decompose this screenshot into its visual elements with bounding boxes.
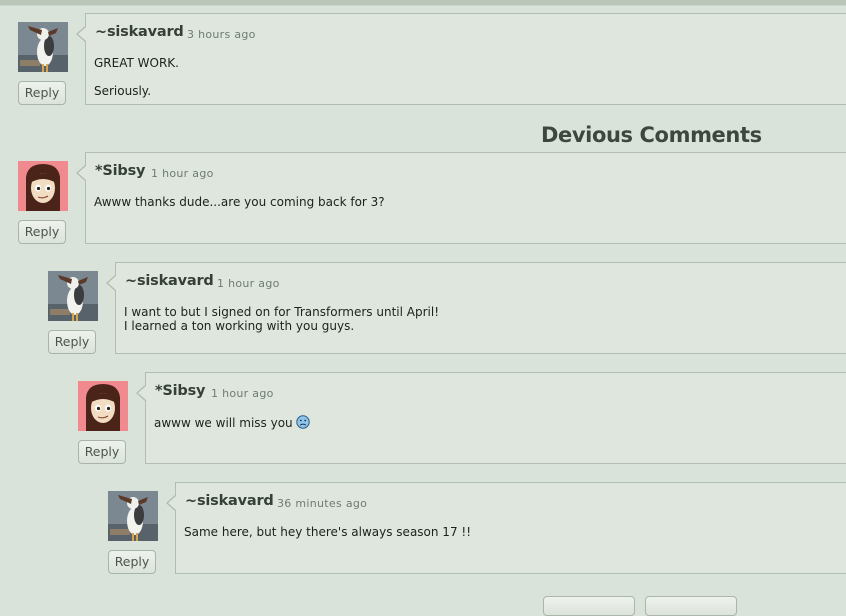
section-title: Devious Comments — [541, 123, 762, 147]
top-divider — [0, 0, 846, 6]
comment-box: ~siskavard 36 minutes ago Same here, but… — [166, 482, 846, 574]
comment-body: GREAT WORK. Seriously. — [94, 56, 179, 112]
comment-text: I want to but I signed on for Transforme… — [124, 305, 440, 319]
comment-body: Same here, but hey there's always season… — [184, 525, 471, 539]
comment-author[interactable]: ~siskavard — [185, 493, 274, 509]
comment-box: *Sibsy 1 hour ago awww we will miss you — [136, 372, 846, 464]
comment-box: ~siskavard 3 hours ago GREAT WORK. Serio… — [76, 13, 846, 105]
comment-text: awww we will miss you — [154, 416, 293, 430]
comment-author[interactable]: ~siskavard — [95, 24, 184, 40]
reply-button[interactable]: Reply — [78, 440, 126, 464]
comment-text: I learned a ton working with you guys. — [124, 319, 355, 333]
avatar[interactable] — [78, 381, 128, 431]
comment-author[interactable]: *Sibsy — [155, 383, 205, 399]
comment-author[interactable]: *Sibsy — [95, 163, 145, 179]
comment-text: Same here, but hey there's always season… — [184, 525, 472, 539]
pager-button[interactable] — [645, 596, 737, 616]
comment-box: *Sibsy 1 hour ago Awww thanks dude...are… — [76, 152, 846, 244]
comment-body: I want to but I signed on for Transforme… — [124, 305, 439, 333]
pager-button[interactable] — [543, 596, 635, 616]
avatar[interactable] — [48, 271, 98, 321]
comment-text: GREAT WORK. — [94, 56, 179, 70]
sad-face-icon — [295, 415, 310, 432]
comment-author[interactable]: ~siskavard — [125, 273, 214, 289]
comment-time: 3 hours ago — [187, 28, 256, 41]
comment-time: 36 minutes ago — [277, 497, 368, 510]
comment-text: Awww thanks dude...are you coming back f… — [94, 195, 385, 209]
comment-time: 1 hour ago — [211, 387, 274, 400]
comment-body: awww we will miss you — [154, 415, 310, 432]
reply-button[interactable]: Reply — [108, 550, 156, 574]
avatar[interactable] — [108, 491, 158, 541]
comment-box: ~siskavard 1 hour ago I want to but I si… — [106, 262, 846, 354]
avatar[interactable] — [18, 161, 68, 211]
avatar[interactable] — [18, 22, 68, 72]
comment-time: 1 hour ago — [151, 167, 214, 180]
comment-body: Awww thanks dude...are you coming back f… — [94, 195, 385, 223]
reply-button[interactable]: Reply — [18, 220, 66, 244]
reply-button[interactable]: Reply — [48, 330, 96, 354]
comment-text: Seriously. — [94, 84, 152, 98]
reply-button[interactable]: Reply — [18, 81, 66, 105]
comment-time: 1 hour ago — [217, 277, 280, 290]
comment-text-line: awww we will miss you — [154, 415, 310, 432]
